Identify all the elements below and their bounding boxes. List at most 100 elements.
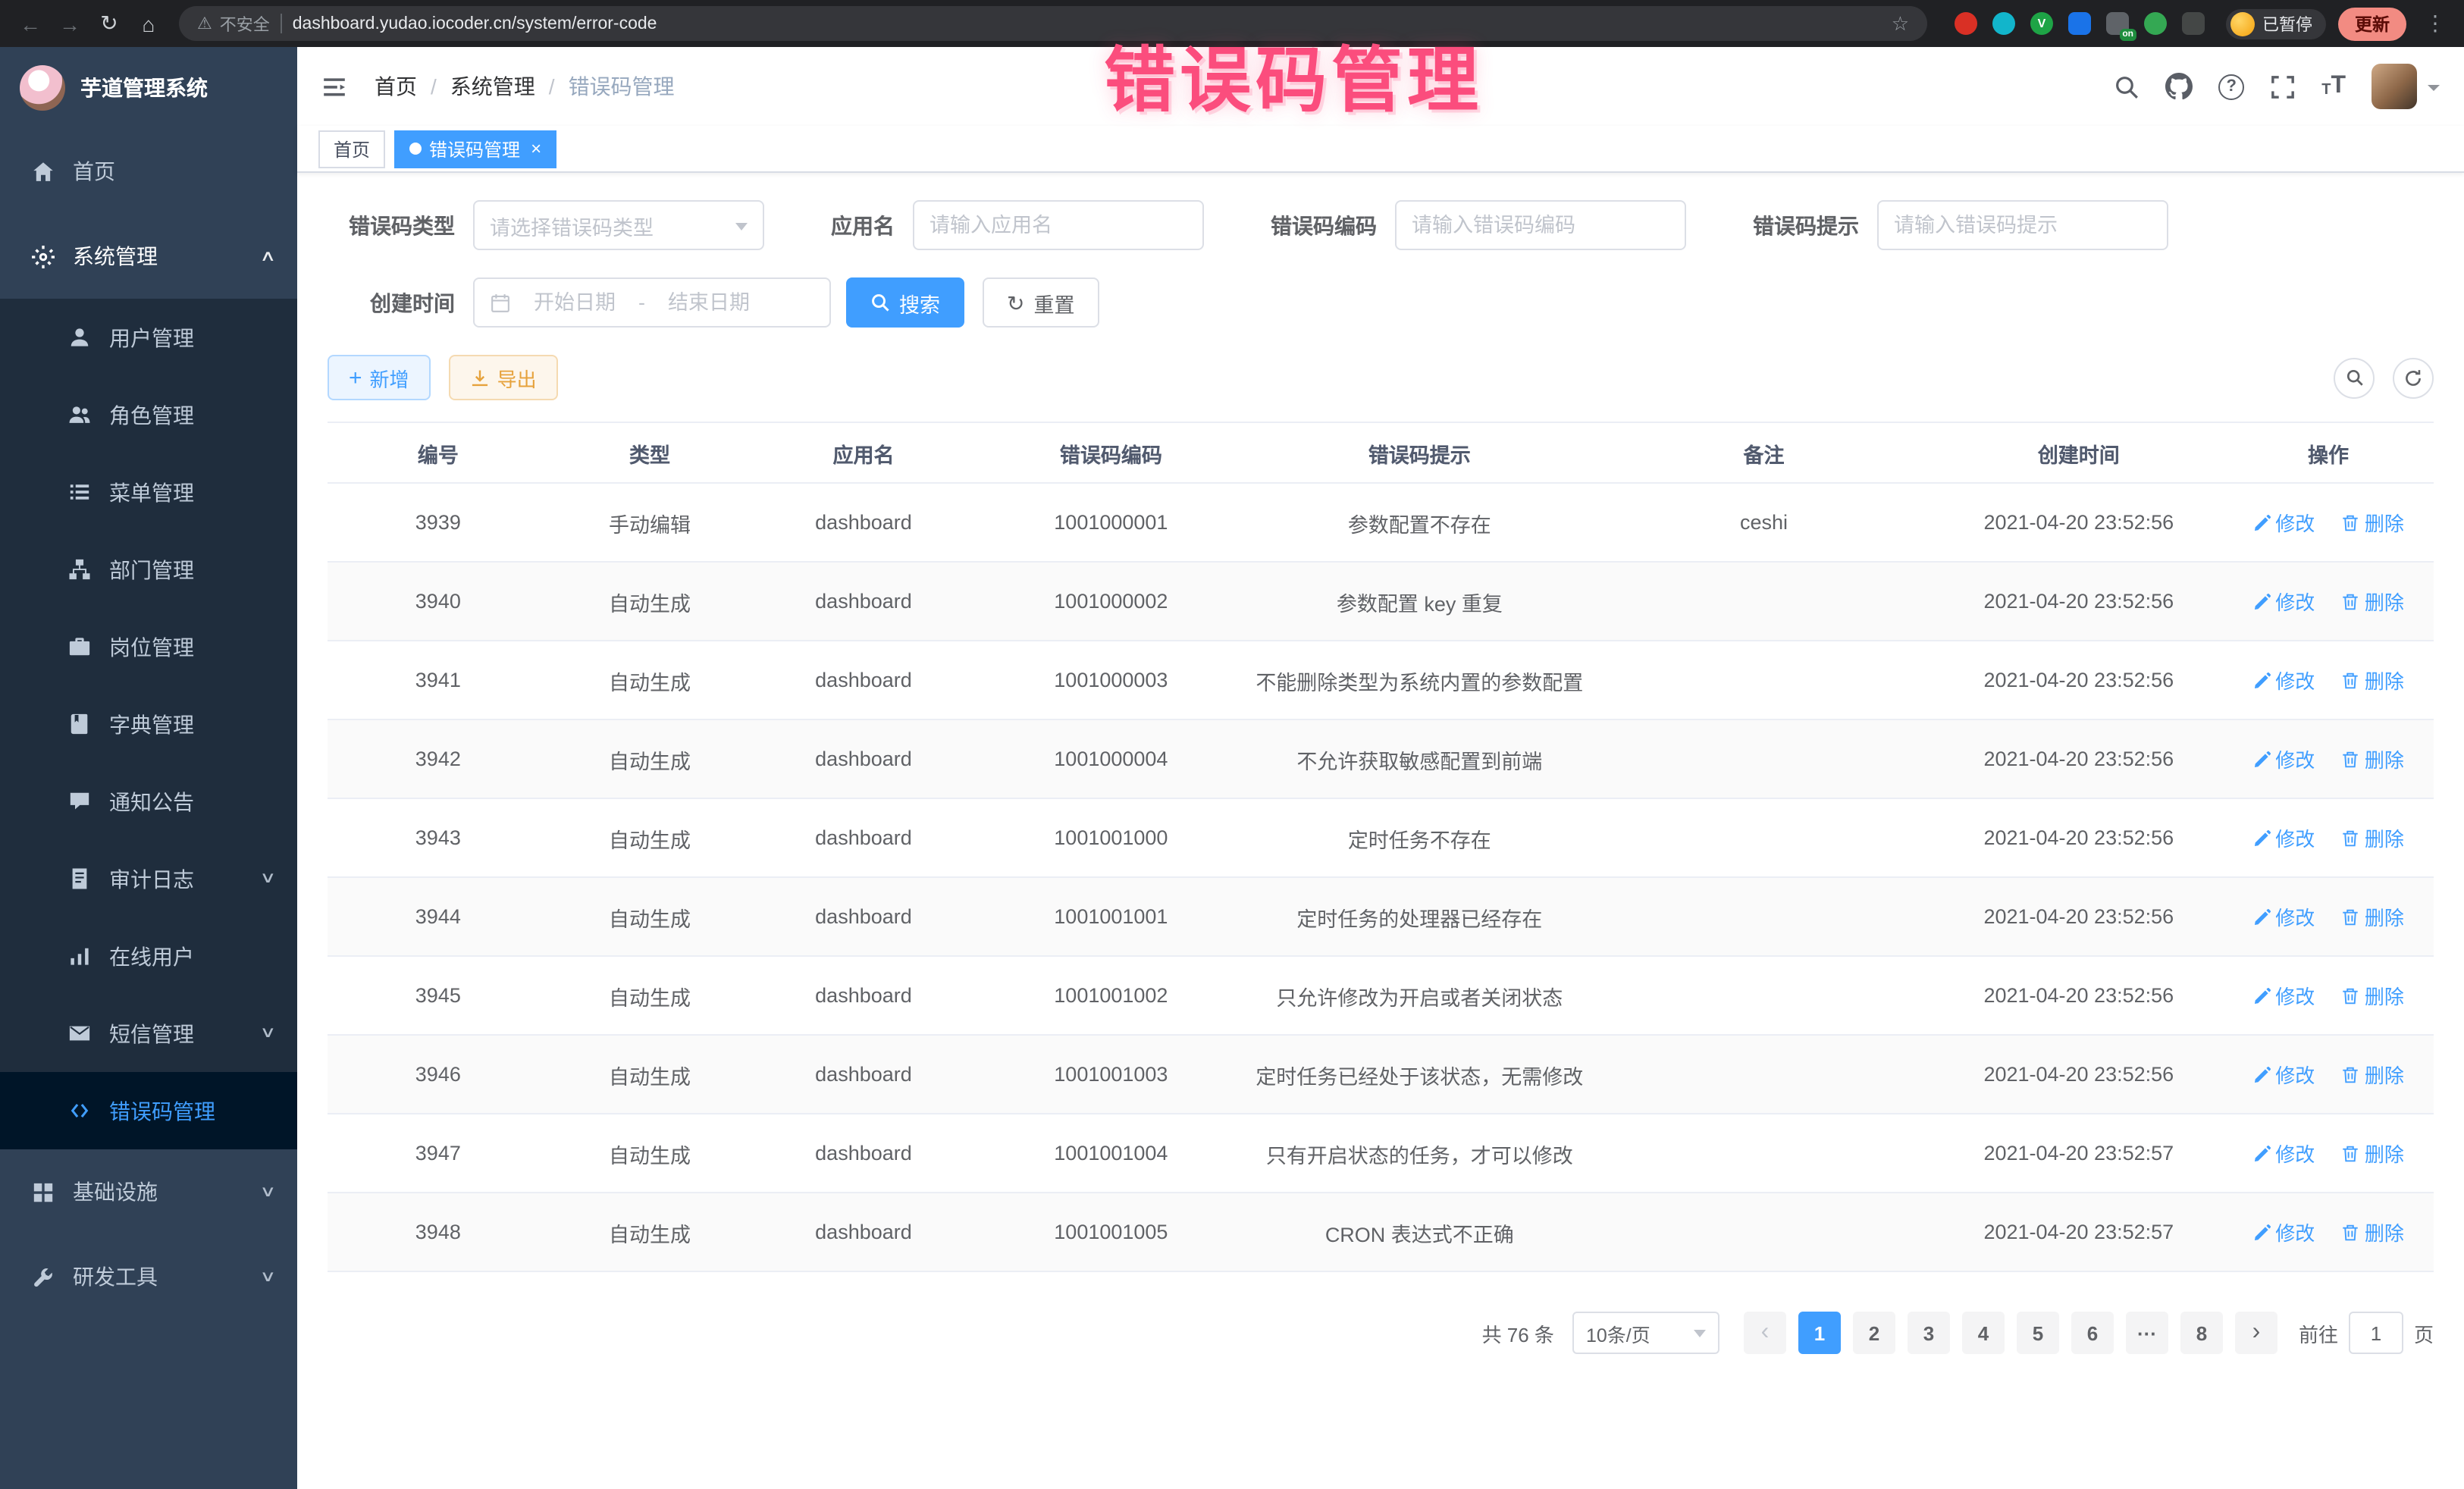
browser-forward-button[interactable]: → (52, 5, 88, 42)
extension-icon[interactable] (2068, 12, 2091, 35)
security-label: 不安全 (220, 11, 270, 36)
page-button-1[interactable]: 1 (1798, 1312, 1841, 1354)
url-text[interactable]: dashboard.yudao.iocoder.cn/system/error-… (293, 14, 657, 33)
tab-error-code-management[interactable]: 错误码管理 × (394, 130, 556, 168)
extension-icon[interactable] (1955, 12, 1977, 35)
prev-page-button[interactable]: ‹ (1744, 1312, 1786, 1354)
error-msg-input[interactable] (1894, 214, 2152, 237)
sidebar-item-user-management[interactable]: 用户管理 (0, 299, 297, 376)
delete-link[interactable]: 删除 (2342, 508, 2404, 537)
sidebar-item-home[interactable]: 首页 (0, 129, 297, 214)
edit-link[interactable]: 修改 (2252, 981, 2315, 1010)
sidebar-item-dict-management[interactable]: 字典管理 (0, 685, 297, 763)
user-menu[interactable] (2372, 64, 2440, 109)
error-code-type-select[interactable]: 请选择错误码类型 (473, 200, 764, 250)
toggle-search-button[interactable] (2334, 357, 2375, 398)
sidebar-item-error-code-management[interactable]: 错误码管理 (0, 1072, 297, 1149)
sidebar-item-sms-management[interactable]: 短信管理 ∨ (0, 995, 297, 1072)
edit-link[interactable]: 修改 (2252, 508, 2315, 537)
delete-link[interactable]: 删除 (2342, 1060, 2404, 1089)
next-page-button[interactable]: › (2235, 1312, 2277, 1354)
export-button[interactable]: 导出 (449, 355, 558, 400)
start-date-input[interactable] (517, 291, 632, 314)
page-button-3[interactable]: 3 (1908, 1312, 1950, 1354)
delete-link[interactable]: 删除 (2342, 1139, 2404, 1168)
extension-icon[interactable] (2144, 12, 2167, 35)
bookmark-star-icon[interactable]: ☆ (1892, 11, 1909, 36)
question-icon[interactable]: ? (2218, 74, 2244, 99)
sidebar-item-post-management[interactable]: 岗位管理 (0, 608, 297, 685)
edit-link[interactable]: 修改 (2252, 902, 2315, 931)
browser-back-button[interactable]: ← (12, 5, 49, 42)
delete-link[interactable]: 删除 (2342, 1218, 2404, 1246)
create-time-range-picker[interactable]: - (473, 277, 831, 328)
refresh-table-button[interactable] (2393, 357, 2434, 398)
sidebar-item-menu-management[interactable]: 菜单管理 (0, 453, 297, 531)
sidebar-item-dev-tools[interactable]: 研发工具 ∨ (0, 1234, 297, 1319)
edit-link[interactable]: 修改 (2252, 587, 2315, 616)
browser-update-button[interactable]: 更新 (2338, 7, 2406, 40)
reset-button[interactable]: ↻ 重置 (983, 277, 1099, 328)
delete-link[interactable]: 删除 (2342, 902, 2404, 931)
app-logo[interactable]: 芋道管理系统 (0, 47, 297, 129)
edit-link[interactable]: 修改 (2252, 1218, 2315, 1246)
edit-link[interactable]: 修改 (2252, 744, 2315, 773)
search-button[interactable]: 搜索 (846, 277, 964, 328)
hamburger-icon[interactable] (321, 74, 347, 99)
page-button-2[interactable]: 2 (1853, 1312, 1895, 1354)
extension-icon[interactable]: V (2030, 12, 2053, 35)
delete-link[interactable]: 删除 (2342, 981, 2404, 1010)
sidebar-item-system-management[interactable]: 系统管理 ∧ (0, 214, 297, 299)
sidebar-item-notice[interactable]: 通知公告 (0, 763, 297, 840)
table-toolbar: + 新增 导出 (328, 355, 2434, 400)
add-button[interactable]: + 新增 (328, 355, 431, 400)
browser-menu-icon[interactable]: ⋮ (2419, 11, 2452, 36)
breadcrumb-system-management[interactable]: 系统管理 (450, 71, 535, 102)
github-icon[interactable] (2165, 73, 2193, 100)
sidebar-item-role-management[interactable]: 角色管理 (0, 376, 297, 453)
sidebar-item-audit-log[interactable]: 审计日志 ∨ (0, 840, 297, 917)
close-icon[interactable]: × (531, 138, 541, 159)
app-name-input[interactable] (929, 214, 1187, 237)
goto-page-input[interactable] (2349, 1312, 2403, 1354)
page-button-8[interactable]: 8 (2180, 1312, 2223, 1354)
delete-link[interactable]: 删除 (2342, 744, 2404, 773)
end-date-input[interactable] (651, 291, 766, 314)
search-icon[interactable] (2114, 74, 2140, 99)
fullscreen-icon[interactable] (2270, 74, 2296, 99)
edit-link[interactable]: 修改 (2252, 1139, 2315, 1168)
sidebar-item-label: 审计日志 (109, 864, 194, 894)
pencil-icon (2252, 908, 2271, 926)
extension-icon[interactable] (1992, 12, 2015, 35)
sidebar-item-label: 菜单管理 (109, 477, 194, 507)
add-button-label: 新增 (370, 363, 409, 392)
sidebar-item-dept-management[interactable]: 部门管理 (0, 531, 297, 608)
security-warning[interactable]: ⚠ 不安全 (197, 11, 270, 36)
edit-link[interactable]: 修改 (2252, 1060, 2315, 1089)
delete-link[interactable]: 删除 (2342, 823, 2404, 852)
extensions-puzzle-icon[interactable] (2182, 12, 2205, 35)
cell-id: 3941 (328, 641, 549, 719)
sms-envelope-icon (67, 1022, 91, 1045)
cell-id: 3946 (328, 1035, 549, 1114)
sidebar-item-infrastructure[interactable]: 基础设施 ∨ (0, 1149, 297, 1234)
edit-link[interactable]: 修改 (2252, 666, 2315, 694)
page-button-5[interactable]: 5 (2017, 1312, 2059, 1354)
delete-link[interactable]: 删除 (2342, 587, 2404, 616)
breadcrumb-home[interactable]: 首页 (375, 71, 417, 102)
page-button-6[interactable]: 6 (2071, 1312, 2114, 1354)
font-size-icon[interactable]: TT (2321, 74, 2346, 99)
tab-home[interactable]: 首页 (318, 130, 385, 168)
page-button-4[interactable]: 4 (1962, 1312, 2005, 1354)
error-code-input[interactable] (1412, 214, 1669, 237)
address-bar[interactable]: ⚠ 不安全 dashboard.yudao.iocoder.cn/system/… (179, 6, 1927, 41)
browser-profile-chip[interactable]: 已暂停 (2226, 8, 2326, 39)
edit-link[interactable]: 修改 (2252, 823, 2315, 852)
page-size-select[interactable]: 10条/页 (1572, 1312, 1719, 1354)
delete-link[interactable]: 删除 (2342, 666, 2404, 694)
browser-reload-button[interactable]: ↻ (91, 5, 127, 42)
more-pages-button[interactable]: ··· (2126, 1312, 2168, 1354)
extension-icon[interactable]: on (2106, 12, 2129, 35)
sidebar-item-online-users[interactable]: 在线用户 (0, 917, 297, 995)
browser-home-button[interactable]: ⌂ (130, 5, 167, 42)
